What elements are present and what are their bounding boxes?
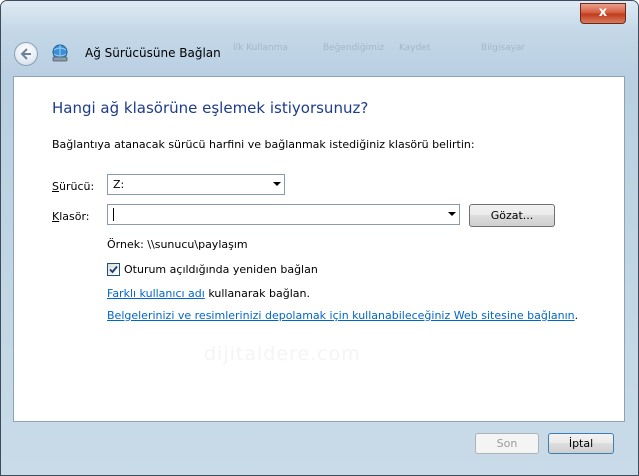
back-arrow-icon <box>20 48 31 60</box>
close-button[interactable]: x <box>580 3 626 24</box>
background-tab: Beğendiğimiz <box>323 43 385 53</box>
folder-input[interactable] <box>107 204 460 225</box>
website-link[interactable]: Belgelerinizi ve resimlerinizi depolamak… <box>107 309 575 322</box>
drive-label: Sürücü: <box>52 180 95 193</box>
other-user-suffix: kullanarak bağlan. <box>204 287 310 300</box>
example-text: Örnek: \\sunucu\paylaşım <box>107 238 248 251</box>
page-title: Hangi ağ klasörüne eşlemek istiyorsunuz? <box>52 99 369 117</box>
cancel-button[interactable]: İptal <box>548 433 614 454</box>
drive-select-value: Z: <box>113 178 125 191</box>
other-user-link[interactable]: Farklı kullanıcı adı <box>107 287 205 300</box>
background-tab: Kaydet <box>399 43 431 53</box>
browse-button[interactable]: Gözat... <box>469 204 555 227</box>
text-caret <box>113 208 114 221</box>
background-tab: İlk Kullanma <box>233 43 288 53</box>
network-drive-icon <box>52 44 68 62</box>
browse-button-label: Gözat... <box>490 209 534 222</box>
back-button[interactable] <box>14 42 38 66</box>
reconnect-label[interactable]: Oturum açıldığında yeniden bağlan <box>124 263 318 276</box>
checkmark-icon <box>109 265 118 274</box>
website-suffix: . <box>574 309 579 322</box>
close-icon: x <box>598 5 608 20</box>
folder-label: Klasör: <box>52 210 90 223</box>
content-pane: Hangi ağ klasörüne eşlemek istiyorsunuz?… <box>13 76 625 422</box>
finish-button-label: Son <box>496 437 518 450</box>
window-title: Ağ Sürücüsüne Bağlan <box>85 46 221 60</box>
dialog-window: İlk Kullanma Beğendiğimiz Kaydet Bilgisa… <box>0 0 639 476</box>
background-tab: Bilgisayar <box>481 43 526 53</box>
reconnect-checkbox[interactable] <box>107 263 120 276</box>
finish-button[interactable]: Son <box>475 433 539 454</box>
instruction-text: Bağlantıya atanacak sürücü harfini ve ba… <box>52 138 475 151</box>
watermark: dijitaldere.com <box>204 343 361 365</box>
chevron-down-icon <box>448 212 456 216</box>
website-line: Belgelerinizi ve resimlerinizi depolamak… <box>107 309 578 322</box>
title-bar <box>1 1 638 79</box>
drive-select[interactable]: Z: <box>107 174 285 195</box>
cancel-button-label: İptal <box>568 437 594 450</box>
chevron-down-icon <box>273 182 281 186</box>
other-user-line: Farklı kullanıcı adı kullanarak bağlan. <box>107 287 310 300</box>
